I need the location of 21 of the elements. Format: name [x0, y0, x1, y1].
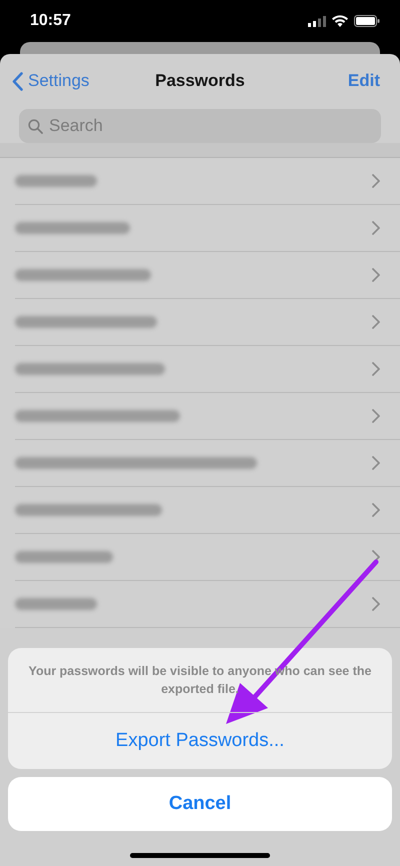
- search-field[interactable]: Search: [19, 109, 381, 143]
- page-title: Passwords: [155, 71, 245, 91]
- chevron-right-icon: [372, 409, 380, 423]
- chevron-right-icon: [372, 268, 380, 282]
- chevron-right-icon: [372, 315, 380, 329]
- battery-icon: [354, 15, 380, 27]
- search-icon: [28, 119, 43, 134]
- chevron-left-icon: [12, 72, 23, 90]
- chevron-right-icon: [372, 503, 380, 517]
- cancel-button[interactable]: Cancel: [8, 777, 392, 831]
- signal-icon: [308, 16, 326, 26]
- status-time: 10:57: [30, 12, 71, 30]
- back-button[interactable]: Settings: [12, 71, 90, 91]
- wifi-icon: [332, 15, 348, 27]
- chevron-right-icon: [372, 221, 380, 235]
- chevron-right-icon: [372, 456, 380, 470]
- chevron-right-icon: [372, 362, 380, 376]
- chevron-right-icon: [372, 174, 380, 188]
- export-passwords-button[interactable]: Export Passwords...: [8, 713, 392, 769]
- edit-button[interactable]: Edit: [348, 71, 380, 91]
- chevron-right-icon: [372, 597, 380, 611]
